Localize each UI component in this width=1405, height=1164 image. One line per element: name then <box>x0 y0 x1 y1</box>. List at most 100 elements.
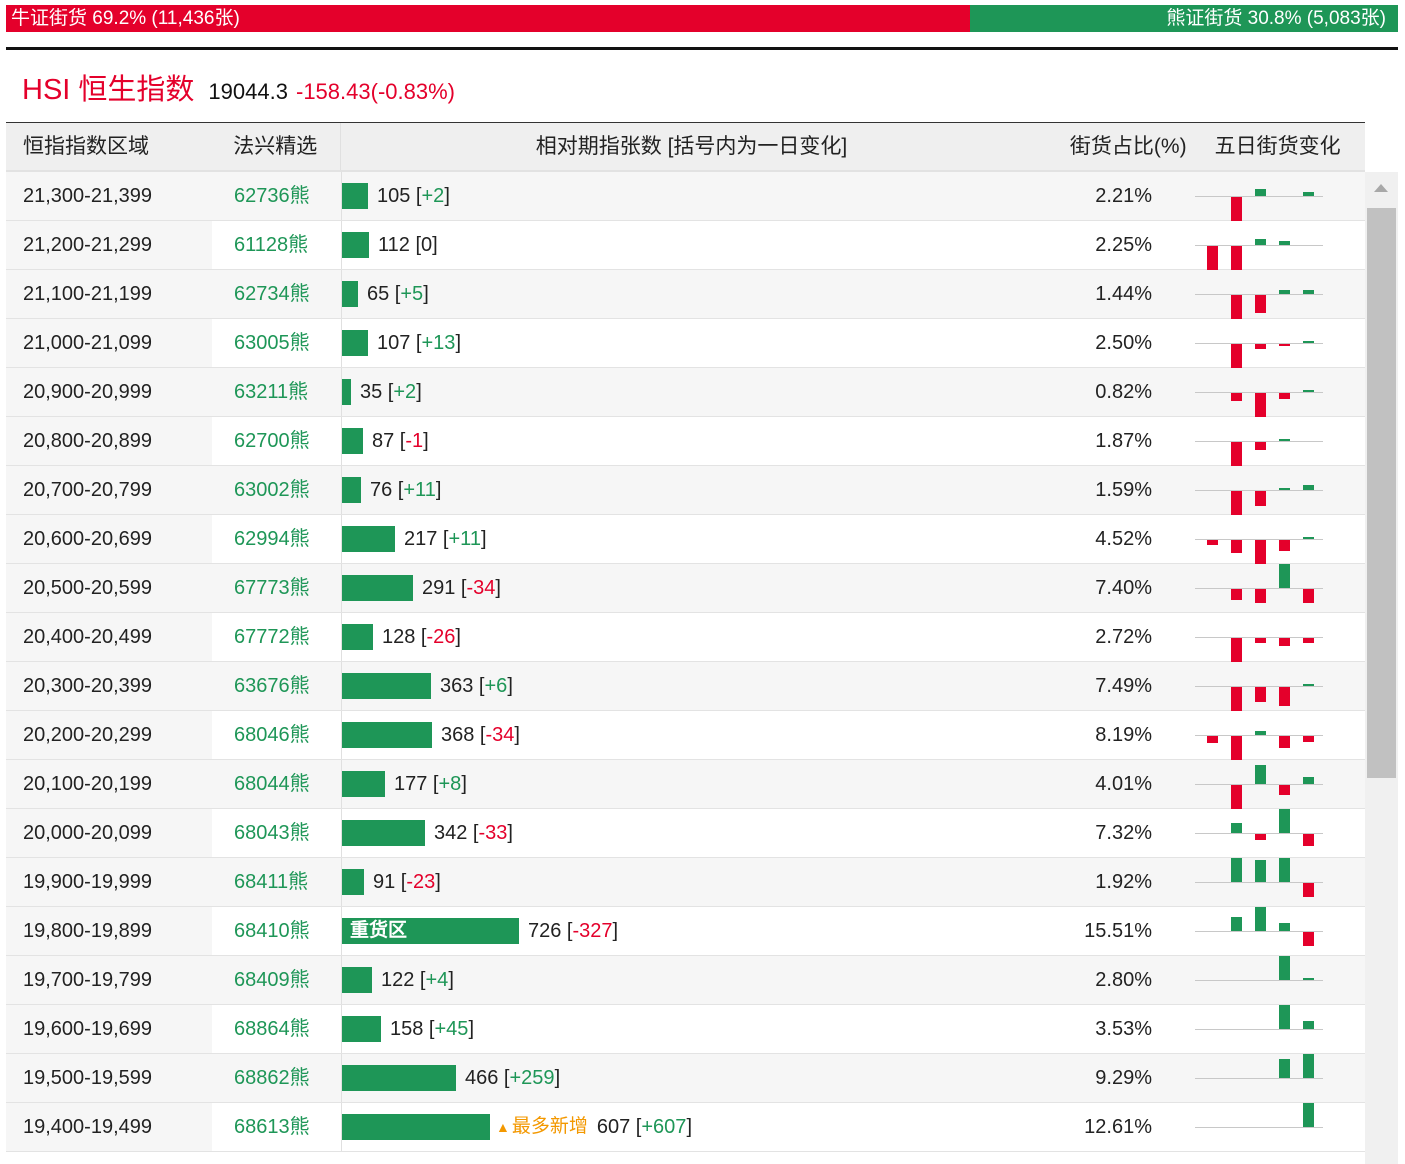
warrant-code-link[interactable]: 68046熊 <box>212 711 342 759</box>
warrant-code-link[interactable]: 68613熊 <box>212 1103 342 1151</box>
count-cell: 重货区 726 [-327] <box>342 907 1046 955</box>
table-row[interactable]: 19,400-19,499 68613熊 ▲ 最多新增 607 [+607] 12… <box>6 1103 1365 1152</box>
count-number: 105 <box>377 185 411 207</box>
table-row[interactable]: 20,700-20,799 63002熊 76 [+11] 1.59% <box>6 466 1365 515</box>
table-row[interactable]: 21,100-21,199 62734熊 65 [+5] 1.44% <box>6 270 1365 319</box>
table-row[interactable]: 19,600-19,699 68864熊 158 [+45] 3.53% <box>6 1005 1365 1054</box>
count-cell: 76 [+11] <box>342 466 1046 514</box>
scroll-up-arrow-icon[interactable] <box>1374 184 1388 192</box>
count-bar <box>342 1065 456 1091</box>
five-day-bar <box>1279 290 1290 294</box>
count-change: +13 <box>421 332 456 354</box>
chart-axis <box>1195 980 1323 981</box>
five-day-bar <box>1231 491 1242 515</box>
warrant-code-link[interactable]: 68411熊 <box>212 858 342 906</box>
warrant-code-link[interactable]: 68862熊 <box>212 1054 342 1102</box>
table-row[interactable]: 21,200-21,299 61128熊 112 [0] 2.25% <box>6 221 1365 270</box>
warrant-code-link[interactable]: 62994熊 <box>212 515 342 563</box>
count-change: +6 <box>484 675 508 697</box>
table-row[interactable]: 20,300-20,399 63676熊 363 [+6] 7.49% <box>6 662 1365 711</box>
five-day-chart <box>1186 858 1365 906</box>
index-price: 19044.3 <box>208 79 288 104</box>
table-row[interactable]: 20,500-20,599 67773熊 291 [-34] 7.40% <box>6 564 1365 613</box>
outstanding-pct: 0.82% <box>1095 381 1152 403</box>
table-row[interactable]: 20,000-20,099 68043熊 342 [-33] 7.32% <box>6 809 1365 858</box>
count-number: 128 <box>382 626 416 648</box>
table-row[interactable]: 20,600-20,699 62994熊 217 [+11] 4.52% <box>6 515 1365 564</box>
warrant-code-link[interactable]: 63002熊 <box>212 466 342 514</box>
count-change: -23 <box>406 871 436 893</box>
five-day-bar <box>1279 858 1290 882</box>
warrant-code-link[interactable]: 68043熊 <box>212 809 342 857</box>
count-bar <box>342 869 364 895</box>
outstanding-pct: 2.80% <box>1095 969 1152 991</box>
count-cell: 87 [-1] <box>342 417 1046 465</box>
count-value: 342 [-33] <box>434 822 513 844</box>
table-row[interactable]: 21,000-21,099 63005熊 107 [+13] 2.50% <box>6 319 1365 368</box>
table-row[interactable]: 20,800-20,899 62700熊 87 [-1] 1.87% <box>6 417 1365 466</box>
warrant-code-link[interactable]: 63676熊 <box>212 662 342 710</box>
index-range: 19,600-19,699 <box>6 1005 212 1053</box>
chart-axis <box>1195 1127 1323 1128</box>
table-row[interactable]: 21,300-21,399 62736熊 105 [+2] 2.21% <box>6 172 1365 221</box>
header-range[interactable]: 恒指指数区域 <box>6 123 211 170</box>
warrant-code-link[interactable]: 67772熊 <box>212 613 342 661</box>
outstanding-pct: 1.44% <box>1095 283 1152 305</box>
count-value: 466 [+259] <box>465 1067 561 1089</box>
header-count[interactable]: 相对期指张数 [括号内为一日变化] <box>341 123 1042 170</box>
scrollbar-thumb[interactable] <box>1367 208 1396 778</box>
table-row[interactable]: 20,200-20,299 68046熊 368 [-34] 8.19% <box>6 711 1365 760</box>
count-value: 726 [-327] <box>528 920 619 942</box>
table-row[interactable]: 19,700-19,799 68409熊 122 [+4] 2.80% <box>6 956 1365 1005</box>
outstanding-pct: 7.40% <box>1095 577 1152 599</box>
bull-outstanding: 牛证街货 69.2% (11,436张) <box>6 5 970 32</box>
index-range: 21,000-21,099 <box>6 319 212 367</box>
header-pct[interactable]: 街货占比(%) <box>1042 123 1187 170</box>
chart-axis <box>1195 1029 1323 1030</box>
five-day-bar <box>1279 393 1290 399</box>
warrant-code-link[interactable]: 61128熊 <box>212 221 342 269</box>
five-day-bar <box>1279 638 1290 646</box>
index-range: 20,700-20,799 <box>6 466 212 514</box>
warrant-code-link[interactable]: 62736熊 <box>212 172 342 220</box>
table-row[interactable]: 19,800-19,899 68410熊 重货区 726 [-327] 15.5… <box>6 907 1365 956</box>
five-day-bar <box>1303 1103 1314 1127</box>
warrant-code-link[interactable]: 68864熊 <box>212 1005 342 1053</box>
table-row[interactable]: 19,500-19,599 68862熊 466 [+259] 9.29% <box>6 1054 1365 1103</box>
header-pick[interactable]: 法兴精选 <box>211 123 341 170</box>
five-day-bar <box>1303 537 1314 539</box>
warrant-code-link[interactable]: 62734熊 <box>212 270 342 318</box>
count-bar <box>342 967 372 993</box>
count-change: -33 <box>478 822 508 844</box>
warrant-code-link[interactable]: 68410熊 <box>212 907 342 955</box>
count-bar <box>342 281 358 307</box>
warrant-code-link[interactable]: 63211熊 <box>212 368 342 416</box>
five-day-chart <box>1186 221 1365 270</box>
count-bar <box>342 771 385 797</box>
table-row[interactable]: 20,100-20,199 68044熊 177 [+8] 4.01% <box>6 760 1365 809</box>
table-row[interactable]: 20,900-20,999 63211熊 35 [+2] 0.82% <box>6 368 1365 417</box>
scrollbar[interactable] <box>1365 172 1398 1164</box>
warrant-code-link[interactable]: 63005熊 <box>212 319 342 367</box>
count-number: 363 <box>440 675 474 697</box>
table-row[interactable]: 19,900-19,999 68411熊 91 [-23] 1.92% <box>6 858 1365 907</box>
count-cell: 177 [+8] <box>342 760 1046 808</box>
five-day-bar <box>1279 923 1290 931</box>
count-bar <box>342 673 431 699</box>
five-day-bar <box>1303 341 1314 343</box>
count-value: 107 [+13] <box>377 332 461 354</box>
count-change: +8 <box>438 773 462 795</box>
warrant-code-link[interactable]: 62700熊 <box>212 417 342 465</box>
warrant-code-link[interactable]: 67773熊 <box>212 564 342 612</box>
five-day-bar <box>1279 1005 1290 1029</box>
index-range: 20,000-20,099 <box>6 809 212 857</box>
count-number: 726 <box>528 920 562 942</box>
five-day-bar <box>1255 491 1266 506</box>
triangle-up-icon: ▲ <box>496 1119 510 1135</box>
index-range: 19,800-19,899 <box>6 907 212 955</box>
warrant-code-link[interactable]: 68044熊 <box>212 760 342 808</box>
table-row[interactable]: 20,400-20,499 67772熊 128 [-26] 2.72% <box>6 613 1365 662</box>
warrant-code-link[interactable]: 68409熊 <box>212 956 342 1004</box>
count-bar: 重货区 <box>342 918 519 944</box>
count-change: -1 <box>405 430 424 452</box>
